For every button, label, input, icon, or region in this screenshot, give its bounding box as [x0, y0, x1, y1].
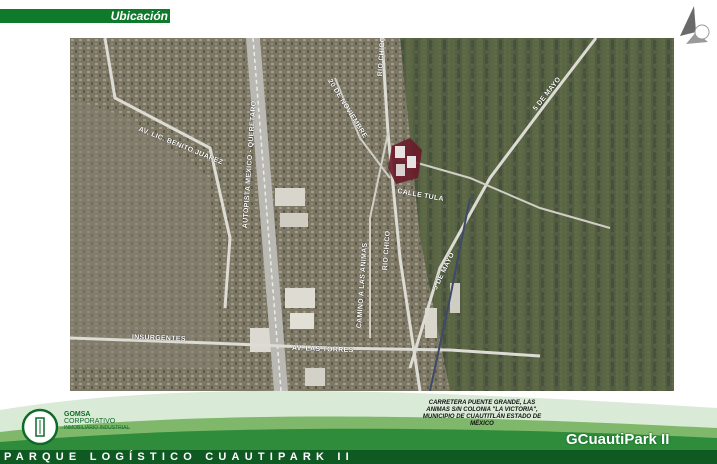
footer-title: PARQUE LOGÍSTICO CUAUTIPARK II — [4, 451, 354, 463]
cuautipark-logo: GCuautiPark II — [566, 431, 669, 451]
satellite-map[interactable]: AV. LIC. BENITO JUAREZ AUTOPISTA MEXICO … — [70, 38, 674, 391]
address-line-1: CARRETERA PUENTE GRANDE, LAS — [428, 400, 536, 406]
company-name-line2: CORPORATIVO — [64, 418, 116, 425]
company-name-line1: GOMSA — [64, 411, 91, 418]
company-name-line3: INMOBILIARIO INDUSTRIAL — [64, 425, 130, 431]
address-text: CARRETERA PUENTE GRANDE, LAS ANIMAS S/N … — [412, 400, 552, 428]
address-line-4: MÉXICO — [470, 421, 494, 427]
brand-name: Cuauti — [577, 431, 625, 448]
page-title: Ubicación — [110, 9, 168, 23]
address-line-3: MUNICIPIO DE CUAUTITLÁN ESTADO DE — [422, 414, 542, 420]
brand-suffix: Park II — [624, 431, 670, 448]
corner-logo-icon — [680, 6, 710, 44]
brand-prefix: G — [566, 431, 578, 448]
address-line-2: ANIMAS S/N COLONIA "LA VICTORIA", — [426, 407, 538, 413]
